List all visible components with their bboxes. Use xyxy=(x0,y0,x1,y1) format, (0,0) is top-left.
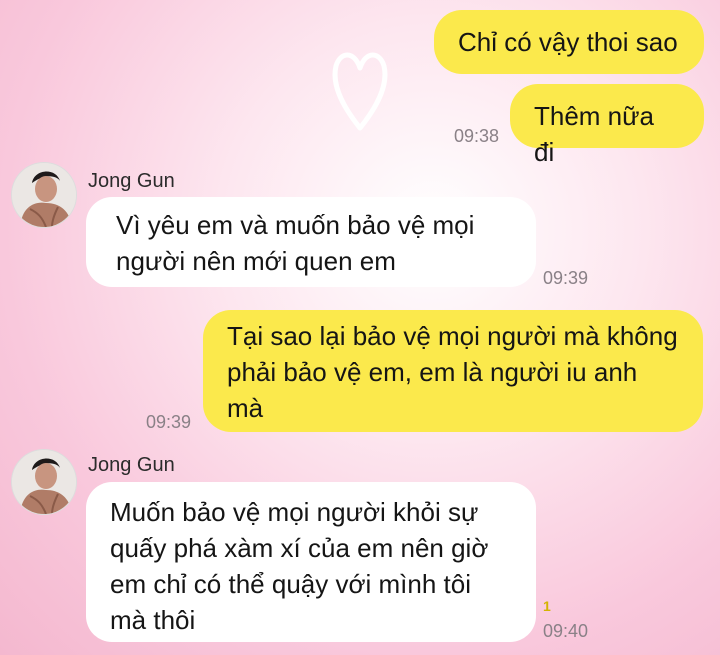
reaction-count: 1 xyxy=(543,598,551,614)
message-bubble-incoming[interactable]: Vì yêu em và muốn bảo vệ mọi người nên m… xyxy=(86,197,536,287)
message-timestamp: 09:40 xyxy=(543,621,589,641)
message-timestamp: 09:39 xyxy=(146,412,192,432)
heart-outline-icon xyxy=(332,52,388,131)
message-timestamp: 09:39 xyxy=(543,268,589,288)
sender-name: Jong Gun xyxy=(88,454,175,476)
message-timestamp: 09:38 xyxy=(454,126,500,146)
sender-name: Jong Gun xyxy=(88,170,175,192)
message-bubble-outgoing[interactable]: Tại sao lại bảo vệ mọi người mà không ph… xyxy=(203,310,703,432)
avatar[interactable] xyxy=(12,163,76,227)
message-bubble-incoming[interactable]: Muốn bảo vệ mọi người khỏi sự quấy phá x… xyxy=(86,482,536,642)
avatar-image xyxy=(12,163,76,227)
message-bubble-outgoing[interactable]: Chỉ có vậy thoi sao xyxy=(434,10,704,74)
message-bubble-outgoing[interactable]: Thêm nữa đi xyxy=(510,84,704,167)
avatar[interactable] xyxy=(12,450,76,514)
avatar-image xyxy=(12,450,76,514)
